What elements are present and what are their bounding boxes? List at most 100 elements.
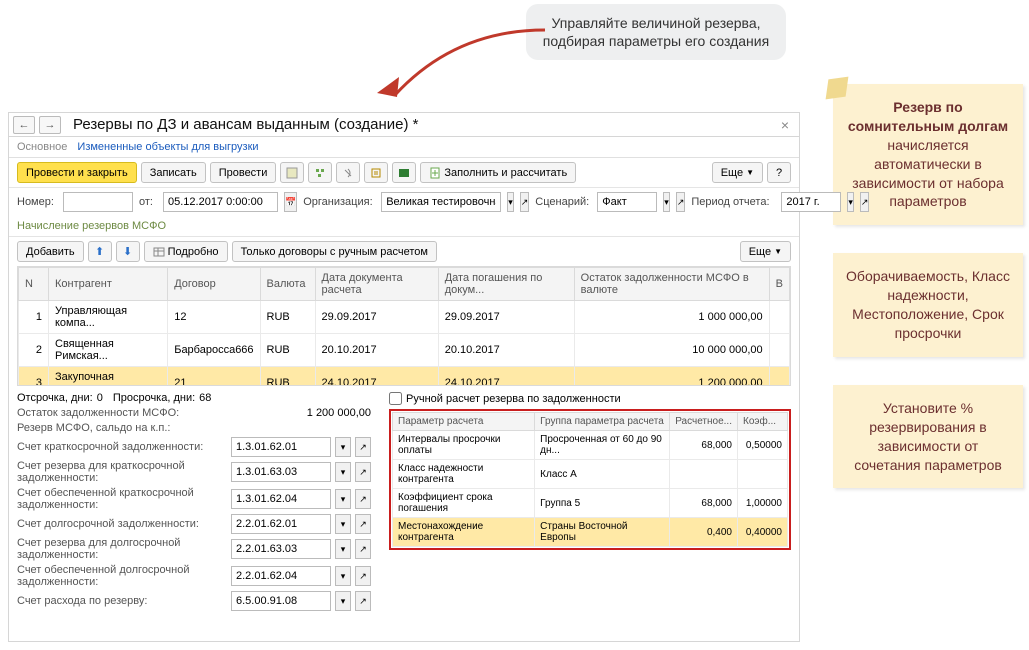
pcol-group[interactable]: Группа параметра расчета bbox=[535, 413, 670, 431]
table-row[interactable]: 1Управляющая компа...12RUB29.09.201729.0… bbox=[19, 301, 790, 334]
col-due-date[interactable]: Дата погашения по докум... bbox=[438, 268, 574, 301]
acct-open[interactable]: ↗ bbox=[355, 514, 371, 534]
params-row[interactable]: Класс надежности контрагентаКласс А bbox=[393, 460, 788, 489]
nav-back-button[interactable]: ← bbox=[13, 116, 35, 134]
header-form-row: Номер: от: 📅 Организация: ▾ ↗ Сценарий: … bbox=[9, 188, 799, 216]
period-open[interactable]: ↗ bbox=[860, 192, 870, 212]
scenario-open[interactable]: ↗ bbox=[676, 192, 686, 212]
toolbar-report-button[interactable] bbox=[364, 162, 388, 183]
move-down-button[interactable]: ⬇ bbox=[116, 241, 140, 262]
callout-2: Оборачиваемость, Класс надежности, Место… bbox=[833, 253, 1023, 357]
col-doc-date[interactable]: Дата документа расчета bbox=[315, 268, 438, 301]
pcol-coef[interactable]: Коэф... bbox=[738, 413, 788, 431]
col-b[interactable]: В bbox=[769, 268, 789, 301]
bottom-panel: Отсрочка, дни: 0 Просрочка, дни: 68 Оста… bbox=[9, 386, 799, 620]
manual-only-button[interactable]: Только договоры с ручным расчетом bbox=[232, 241, 437, 262]
arrow-annotation bbox=[345, 15, 555, 115]
close-icon[interactable]: × bbox=[775, 117, 795, 133]
fill-calculate-label: Заполнить и рассчитать bbox=[444, 167, 567, 179]
acct-dropdown[interactable]: ▾ bbox=[335, 489, 351, 509]
save-button[interactable]: Записать bbox=[141, 162, 206, 183]
balance-ifrs-value: 1 200 000,00 bbox=[231, 407, 377, 419]
scenario-input[interactable] bbox=[597, 192, 657, 212]
acct-input[interactable] bbox=[231, 514, 331, 534]
tab-main[interactable]: Основное bbox=[17, 141, 67, 153]
table-row[interactable]: 3Закупочная компания21RUB24.10.201724.10… bbox=[19, 367, 790, 387]
tabs-row: Основное Измененные объекты для выгрузки bbox=[9, 137, 799, 158]
scenario-label: Сценарий: bbox=[535, 196, 591, 208]
acct-label: Счет расхода по резерву: bbox=[17, 595, 227, 607]
table-toolbar: Добавить ⬆ ⬇ Подробно Только договоры с … bbox=[9, 237, 799, 266]
nav-fwd-button[interactable]: → bbox=[39, 116, 61, 134]
acct-dropdown[interactable]: ▾ bbox=[335, 566, 351, 586]
acct-dropdown[interactable]: ▾ bbox=[335, 539, 351, 559]
col-balance[interactable]: Остаток задолженности МСФО в валюте bbox=[574, 268, 769, 301]
acct-open[interactable]: ↗ bbox=[355, 539, 371, 559]
acct-open[interactable]: ↗ bbox=[355, 462, 371, 482]
toolbar-attach-button[interactable] bbox=[336, 162, 360, 183]
params-row[interactable]: Интервалы просрочки оплатыПросроченная о… bbox=[393, 431, 788, 460]
acct-input[interactable] bbox=[231, 437, 331, 457]
more-button[interactable]: Еще ▼ bbox=[712, 162, 763, 183]
acct-label: Счет краткосрочной задолженности: bbox=[17, 441, 227, 453]
reserves-table[interactable]: N Контрагент Договор Валюта Дата докумен… bbox=[17, 266, 791, 386]
acct-input[interactable] bbox=[231, 462, 331, 482]
acct-dropdown[interactable]: ▾ bbox=[335, 591, 351, 611]
help-button[interactable]: ? bbox=[767, 162, 791, 183]
pcol-calc[interactable]: Расчетное... bbox=[670, 413, 738, 431]
period-input[interactable] bbox=[781, 192, 841, 212]
callout-top: Управляйте величиной резерва, подбирая п… bbox=[526, 4, 786, 60]
acct-dropdown[interactable]: ▾ bbox=[335, 462, 351, 482]
overdue-value: 68 bbox=[199, 392, 217, 404]
post-button[interactable]: Провести bbox=[210, 162, 277, 183]
scenario-dropdown[interactable]: ▾ bbox=[663, 192, 670, 212]
col-counterparty[interactable]: Контрагент bbox=[49, 268, 168, 301]
acct-open[interactable]: ↗ bbox=[355, 566, 371, 586]
acct-input[interactable] bbox=[231, 489, 331, 509]
table-row[interactable]: 2Священная Римская...Барбаросса666RUB20.… bbox=[19, 334, 790, 367]
col-contract[interactable]: Договор bbox=[168, 268, 260, 301]
number-input[interactable] bbox=[63, 192, 133, 212]
post-and-close-button[interactable]: Провести и закрыть bbox=[17, 162, 137, 183]
period-dropdown[interactable]: ▾ bbox=[847, 192, 854, 212]
delay-value: 0 bbox=[97, 392, 109, 404]
manual-calc-checkbox[interactable] bbox=[389, 392, 402, 405]
calendar-icon[interactable]: 📅 bbox=[284, 192, 297, 212]
acct-open[interactable]: ↗ bbox=[355, 437, 371, 457]
acct-label: Счет обеспеченной краткосрочной задолжен… bbox=[17, 487, 227, 511]
acct-label: Счет долгосрочной задолженности: bbox=[17, 518, 227, 530]
col-currency[interactable]: Валюта bbox=[260, 268, 315, 301]
table-more-button[interactable]: Еще ▼ bbox=[740, 241, 791, 262]
delay-label: Отсрочка, дни: bbox=[17, 392, 93, 404]
acct-open[interactable]: ↗ bbox=[355, 591, 371, 611]
acct-dropdown[interactable]: ▾ bbox=[335, 514, 351, 534]
params-table-box: Параметр расчета Группа параметра расчет… bbox=[389, 409, 791, 550]
org-input[interactable] bbox=[381, 192, 501, 212]
tab-changed-objects[interactable]: Измененные объекты для выгрузки bbox=[77, 141, 258, 153]
callout-1-title: Резерв по сомнительным долгам bbox=[848, 99, 1008, 134]
detailed-button[interactable]: Подробно bbox=[144, 241, 228, 262]
window-titlebar: ← → Резервы по ДЗ и авансам выданным (со… bbox=[9, 113, 799, 137]
acct-open[interactable]: ↗ bbox=[355, 489, 371, 509]
acct-input[interactable] bbox=[231, 591, 331, 611]
org-open[interactable]: ↗ bbox=[520, 192, 530, 212]
sidebar-callouts: Резерв по сомнительным долгам начисляетс… bbox=[833, 84, 1023, 516]
fill-calculate-button[interactable]: Заполнить и рассчитать bbox=[420, 162, 576, 183]
toolbar-dt-kt-button[interactable] bbox=[280, 162, 304, 183]
acct-input[interactable] bbox=[231, 539, 331, 559]
acct-dropdown[interactable]: ▾ bbox=[335, 437, 351, 457]
org-dropdown[interactable]: ▾ bbox=[507, 192, 514, 212]
balance-ifrs-label: Остаток задолженности МСФО: bbox=[17, 407, 227, 419]
date-input[interactable] bbox=[163, 192, 278, 212]
toolbar-structure-button[interactable] bbox=[308, 162, 332, 183]
move-up-button[interactable]: ⬆ bbox=[88, 241, 112, 262]
params-row[interactable]: Местонахождение контрагентаСтраны Восточ… bbox=[393, 518, 788, 547]
callout-3: Установите % резервирования в зависимост… bbox=[833, 385, 1023, 489]
add-row-button[interactable]: Добавить bbox=[17, 241, 84, 262]
window-title: Резервы по ДЗ и авансам выданным (создан… bbox=[73, 116, 771, 133]
col-n[interactable]: N bbox=[19, 268, 49, 301]
params-row[interactable]: Коэффициент срока погашенияГруппа 568,00… bbox=[393, 489, 788, 518]
toolbar-excel-button[interactable] bbox=[392, 162, 416, 183]
acct-input[interactable] bbox=[231, 566, 331, 586]
pcol-param[interactable]: Параметр расчета bbox=[393, 413, 535, 431]
